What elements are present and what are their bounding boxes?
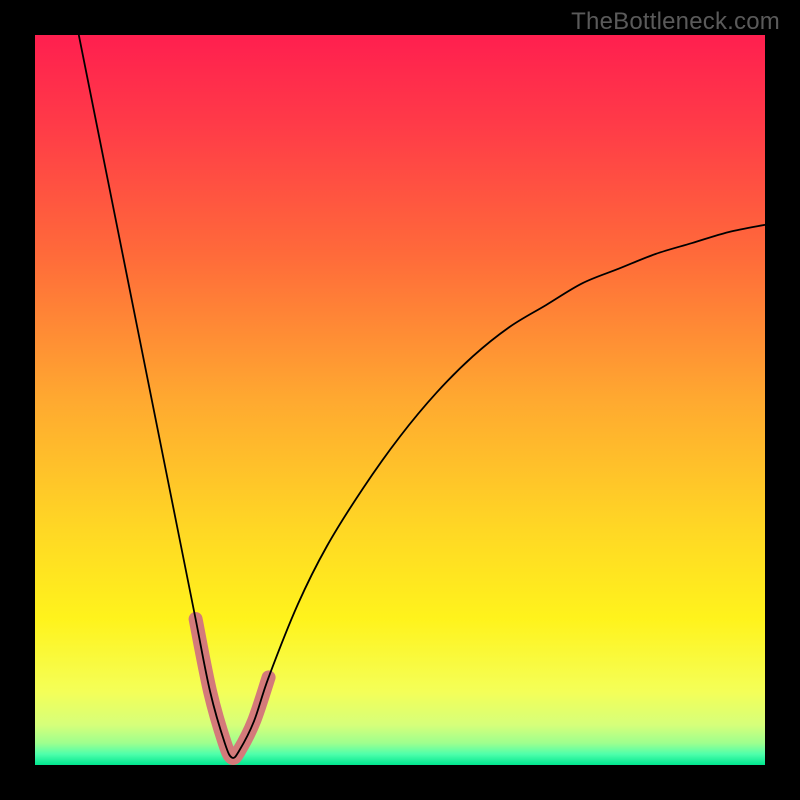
chart-area	[35, 35, 765, 765]
gradient-background	[35, 35, 765, 765]
bottleneck-chart	[35, 35, 765, 765]
watermark-text: TheBottleneck.com	[571, 8, 780, 36]
